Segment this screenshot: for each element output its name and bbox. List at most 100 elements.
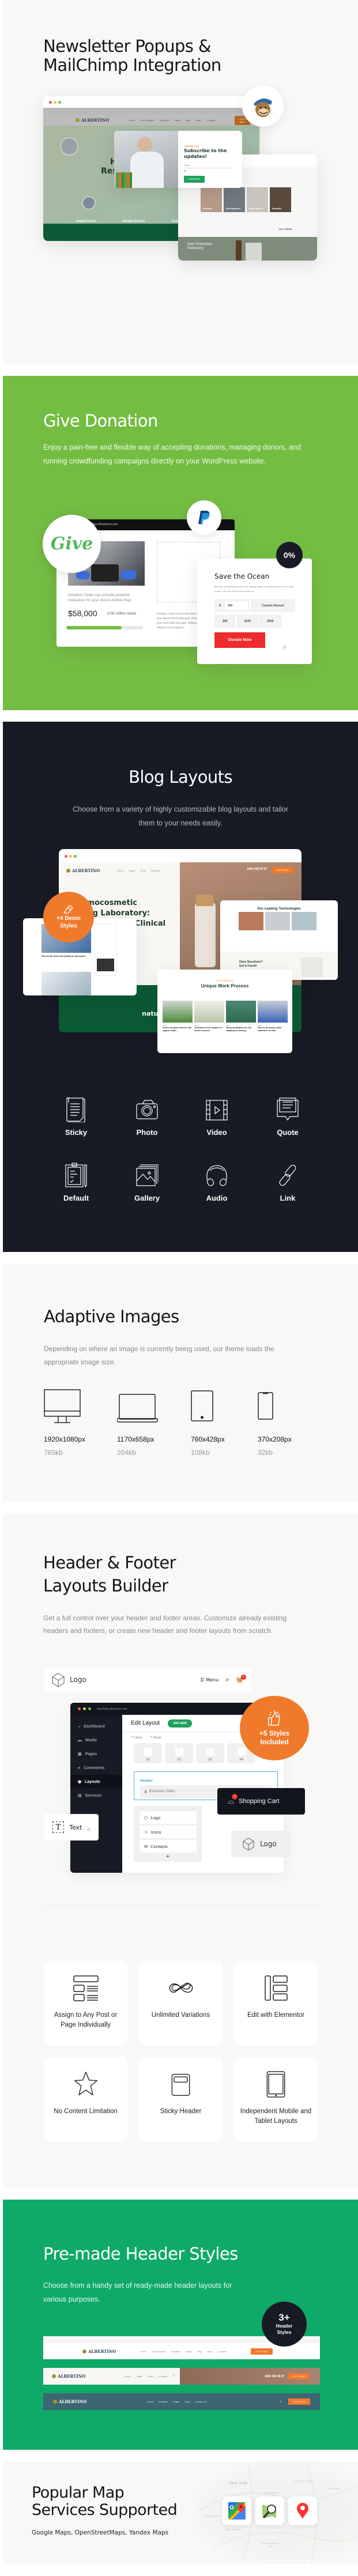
nav-item[interactable]: Shop xyxy=(140,869,145,872)
nav-item[interactable]: Our Research xyxy=(152,2350,166,2353)
header-style-2[interactable]: ALBERTINO Home Pages Shop Contacts ⌕ 1800 45… xyxy=(43,2368,320,2385)
text-widget[interactable]: T Text ☝ xyxy=(44,1814,99,1840)
sidebar-item-layouts[interactable]: ◉ Layouts xyxy=(70,1775,122,1789)
hero-title-fragment: rmocosmetic xyxy=(83,899,138,907)
element-icons[interactable]: ☆ Icons xyxy=(140,1826,197,1838)
name-input[interactable]: Name xyxy=(184,164,233,168)
add-new-button[interactable]: ADD NEW xyxy=(168,1719,192,1728)
preset-amount-button[interactable]: $100 xyxy=(237,614,258,628)
column-1-2[interactable]: 1/2 xyxy=(165,1743,193,1763)
nav-item[interactable]: Home xyxy=(117,869,123,872)
format-video: Video xyxy=(204,1097,229,1137)
blog-description: Choose from a variety of highly customiz… xyxy=(73,805,288,827)
nav-item[interactable]: Pages xyxy=(129,869,135,872)
nav-item[interactable]: Our Research xyxy=(140,119,154,122)
nav-item[interactable]: Features xyxy=(159,2400,168,2403)
image-stack-icon xyxy=(136,1164,159,1186)
sidebar-item-pages[interactable]: ▣ Pages xyxy=(70,1747,122,1761)
cube-icon: ⬡ xyxy=(144,1815,148,1820)
preset-amount-button[interactable]: $250 xyxy=(259,614,282,628)
document-clip-icon xyxy=(66,1097,85,1123)
shopping-cart-widget[interactable]: ⌓ 2 Shopping Cart xyxy=(217,1788,305,1815)
post-title[interactable]: Recommendations for soil sampling for fa… xyxy=(226,1027,256,1032)
nav-item[interactable]: Contacts xyxy=(151,869,160,872)
nav-item[interactable]: Donation xyxy=(171,2350,180,2353)
close-icon[interactable]: × xyxy=(234,133,238,137)
nav-item[interactable]: Shop xyxy=(195,119,201,122)
cta-button[interactable]: LET'S TALK xyxy=(251,2348,273,2355)
redo-button[interactable]: ↷ Redo xyxy=(150,1736,161,1740)
sidebar-item-dashboard[interactable]: ◒ Dashboard xyxy=(70,1719,122,1733)
post-title[interactable]: Collection of soil samples for further r… xyxy=(194,1027,224,1032)
search-icon[interactable]: ⌕ xyxy=(225,1676,229,1684)
add-element-button[interactable]: + xyxy=(134,1854,202,1860)
user-icon: ● xyxy=(78,1766,81,1770)
process-title: Unique Work Process xyxy=(201,983,249,989)
post-title[interactable]: Advice for plants manure with organic ma… xyxy=(163,1027,193,1032)
sidebar-item-comments[interactable]: ● Comments xyxy=(70,1761,122,1775)
contact-heading: Have Questions? Get in touch! xyxy=(239,960,263,968)
popup-title: Subscribe to the updates! xyxy=(184,148,227,159)
text-tool-icon: T xyxy=(52,1821,64,1833)
column-1-3[interactable]: 1/3 xyxy=(196,1743,224,1763)
amount-input[interactable]: 100 xyxy=(225,601,248,610)
nav-item[interactable]: Contact Us xyxy=(195,2400,206,2403)
popup-image xyxy=(114,131,178,188)
nav-item[interactable]: Donation xyxy=(160,119,169,122)
nav-item[interactable]: Home xyxy=(125,2375,131,2378)
sidebar-item-services[interactable]: ▤ Services xyxy=(70,1789,122,1802)
process-eyebrow: OUR WORKFLOW xyxy=(216,980,233,982)
nav-item[interactable]: Contacts xyxy=(159,2375,168,2378)
nav-item[interactable]: Contacts xyxy=(206,119,216,122)
search-icon[interactable]: ⌕ xyxy=(172,2374,174,2378)
tile-label: Development xyxy=(226,207,241,210)
size-weight: 108kb xyxy=(191,1449,210,1457)
cart-icon[interactable]: 🧺 2 xyxy=(236,1674,246,1683)
site-logo: ALBERTINO xyxy=(52,2374,85,2379)
cart-count-badge: 2 xyxy=(241,1674,246,1680)
header-style-3[interactable]: ALBERTINO Home Features Pages Shop Contact U… xyxy=(43,2393,320,2410)
nav-item[interactable]: Shop xyxy=(207,2350,212,2353)
divider xyxy=(43,1905,321,1906)
element-contacts[interactable]: ✉ Contacts xyxy=(140,1840,197,1853)
logo-widget[interactable]: Logo xyxy=(231,1831,291,1857)
nav-item[interactable]: Home xyxy=(147,2400,153,2403)
nav-item[interactable]: Shop xyxy=(148,2375,153,2378)
consent-checkbox[interactable] xyxy=(184,170,186,172)
progress-fill xyxy=(66,626,122,629)
amount-field[interactable]: $100 xyxy=(214,599,250,612)
undo-button[interactable]: ↶ Undo xyxy=(131,1736,142,1740)
features-row: Helpful Advice Reliable Experts Quality … xyxy=(76,220,195,223)
nav-item[interactable]: Blog xyxy=(186,119,190,122)
nav-item[interactable]: Shop xyxy=(184,2400,190,2403)
nav-item[interactable]: Pages xyxy=(174,119,180,122)
element-logo[interactable]: ⬡ Logo xyxy=(140,1811,197,1824)
subscribe-button[interactable]: SUBSCRIBE xyxy=(184,176,205,183)
preset-amount-button[interactable]: $50 xyxy=(214,614,236,628)
sidebar-item-media[interactable]: ▬ Media xyxy=(70,1733,122,1747)
donate-now-button[interactable]: Donate Now xyxy=(214,632,265,648)
nav-item[interactable]: Home xyxy=(140,2350,146,2353)
cta-button[interactable]: LET'S TALK xyxy=(272,867,293,873)
nav-item[interactable]: Pages xyxy=(186,2350,192,2353)
cta-button[interactable]: LET'S TALK xyxy=(288,2373,310,2379)
nav-item[interactable]: Pages xyxy=(173,2400,179,2403)
side-text: Donation Goals can provide powe for your… xyxy=(157,612,200,629)
search-icon[interactable]: ⌕ xyxy=(280,2400,281,2404)
site-header: ALBERTINO Home Our Research Donation Pages B… xyxy=(43,115,259,126)
custom-amount-button[interactable]: Custom Amount xyxy=(251,599,295,612)
cta-button[interactable]: LET'S TALK xyxy=(288,2398,310,2405)
nav-item[interactable]: Blog xyxy=(197,2350,202,2353)
column-1-1[interactable]: 1/1 xyxy=(134,1743,162,1763)
post-title[interactable]: How do we analyze plant material in our … xyxy=(258,1027,288,1032)
menu-button[interactable]: ☰ Menu xyxy=(200,1677,218,1683)
format-default: Default xyxy=(63,1163,89,1202)
nav-item[interactable]: Contacts xyxy=(218,2350,227,2353)
promo-band: Own Production Perfumery xyxy=(178,237,317,261)
maps-providers-text: Google Maps, OpenStreetMaps, Yandex Maps xyxy=(32,2529,169,2536)
nav-item[interactable]: Home xyxy=(129,119,135,122)
yandex-maps-icon xyxy=(288,2496,317,2525)
site-logo: ALBERTINO xyxy=(66,868,100,873)
size-weight: 32kb xyxy=(258,1449,273,1457)
nav-item[interactable]: Pages xyxy=(136,2375,142,2378)
